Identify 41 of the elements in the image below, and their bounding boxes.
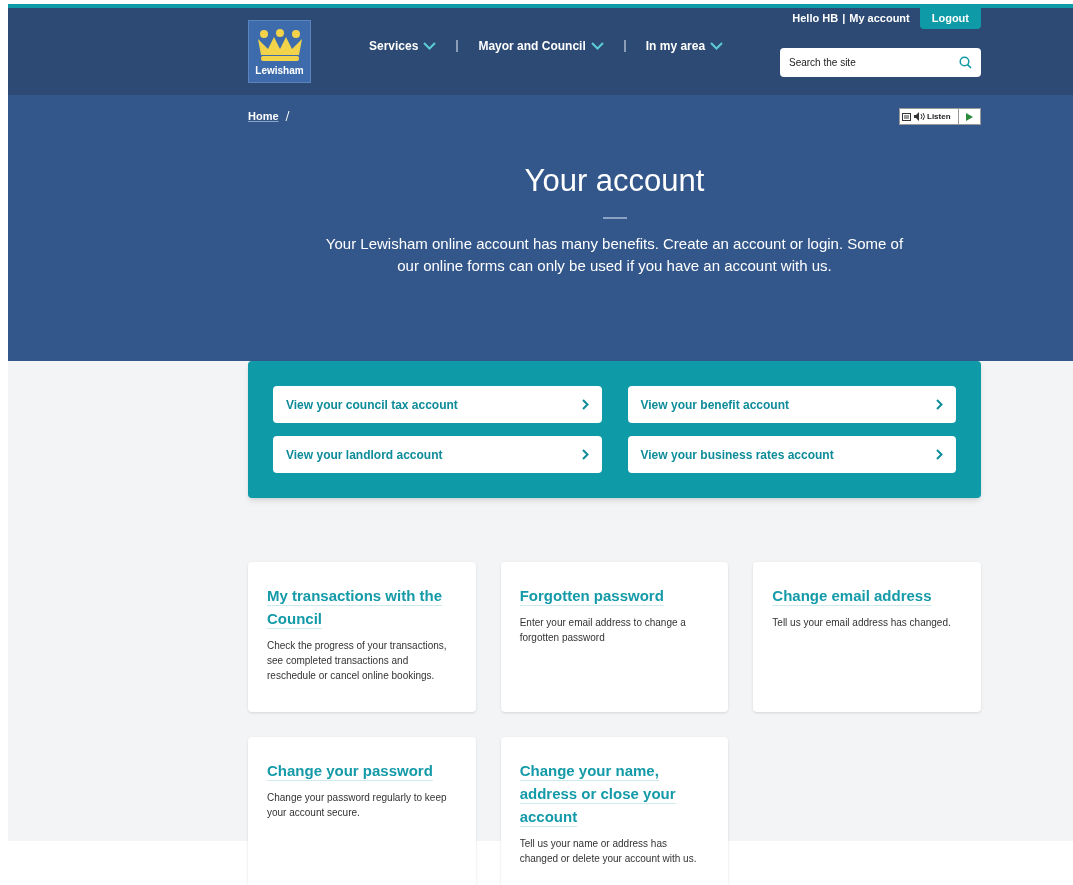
card-description: Enter your email address to change a forgotten password <box>519 616 687 645</box>
quick-link-button[interactable]: View your landlord account <box>273 436 602 473</box>
quick-link-button[interactable]: View your benefit account <box>627 386 956 423</box>
chevron-right-icon <box>936 399 943 410</box>
card-title-link[interactable]: Forgotten password <box>519 584 710 607</box>
chevron-down-icon <box>590 42 604 50</box>
breadcrumb-link[interactable]: Home <box>248 107 279 125</box>
chevron-right-icon <box>581 399 589 410</box>
chevron-down-icon <box>710 42 724 50</box>
speaker-icon <box>914 112 925 121</box>
logout-button[interactable]: Logout <box>919 8 981 29</box>
greeting-text: Hello HB <box>792 11 839 27</box>
page-title: Your account <box>523 162 706 200</box>
card-title-link[interactable]: Change your password <box>267 759 457 782</box>
quick-link-button[interactable]: View your business rates account <box>627 436 956 473</box>
nav-menu-item[interactable]: In my area <box>645 37 724 55</box>
listen-button[interactable]: Listen <box>899 108 981 125</box>
chevron-right-icon <box>936 449 943 460</box>
play-icon[interactable] <box>966 112 973 121</box>
card-description: Tell us your email address has changed. <box>772 616 952 630</box>
card-title-link[interactable]: Change email address <box>772 584 962 607</box>
nav-menu-item[interactable]: Services <box>369 37 437 55</box>
logo-text: Lewisham <box>255 64 304 78</box>
breadcrumb-separator-icon <box>284 111 290 121</box>
my-account-link[interactable]: My account <box>849 10 910 27</box>
card-description: Tell us your name or address has changed or delete your account with us. <box>519 837 698 866</box>
nav-menu-item[interactable]: Mayor and Council <box>478 37 604 55</box>
quick-link-button[interactable]: View your council tax account <box>273 386 602 423</box>
card-title-link[interactable]: Change your name, address or close your account <box>519 759 710 828</box>
lewisham-logo[interactable]: Lewisham <box>248 20 311 83</box>
card-description: Change your password regularly to keep your account secure. <box>267 791 448 820</box>
card-title-link[interactable]: My transactions with the Council <box>267 584 457 630</box>
search-icon[interactable] <box>959 56 972 69</box>
card-description: Check the progress of your transactions, see completed transactions and reschedule or cancel online bookings. <box>267 639 448 683</box>
intro-text: Your Lewisham online account has many benefits. Create an account or login. Some of our online forms can only be used if you have an account with us. <box>324 233 905 276</box>
chevron-right-icon <box>581 449 589 460</box>
menu-icon[interactable] <box>902 112 911 121</box>
listen-label: Listen <box>927 110 951 123</box>
separator: | <box>842 11 846 27</box>
chevron-down-icon <box>423 42 437 50</box>
search-field[interactable]: Search the site <box>780 48 981 77</box>
